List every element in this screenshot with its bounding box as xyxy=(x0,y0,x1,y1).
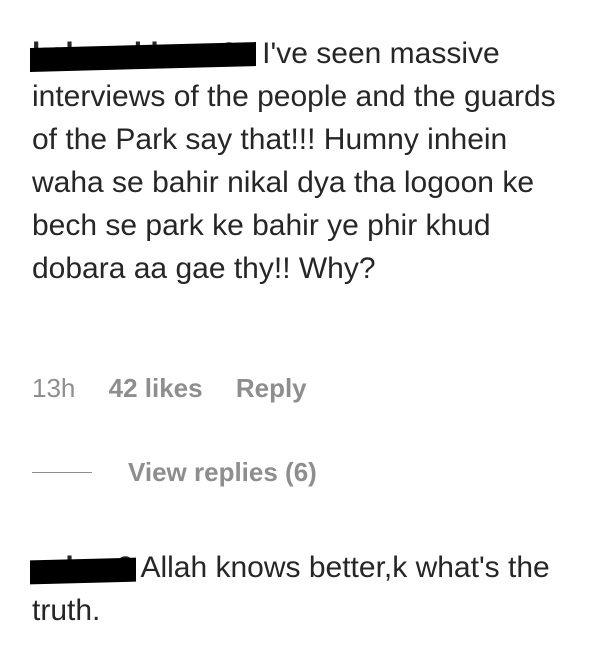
comment-1-time: 13h xyxy=(32,373,76,403)
comment-1-likes[interactable]: 42 likes xyxy=(109,373,203,403)
comment-2-username[interactable]: saba_9 xyxy=(30,546,136,589)
comment-2: saba_9 Allah knows better,k what's the t… xyxy=(30,546,580,632)
comment-1-reply-button[interactable]: Reply xyxy=(236,373,307,403)
view-replies-row: View replies (6) xyxy=(32,452,317,492)
username-redaction xyxy=(30,557,136,585)
replies-divider-line xyxy=(32,471,92,473)
comment-1-username[interactable]: kaleemkhan_07 xyxy=(30,32,256,75)
comment-1-meta: 13h 42 likes Reply xyxy=(32,368,333,408)
comment-1: kaleemkhan_07 I've seen massive intervie… xyxy=(30,32,580,290)
view-replies-button[interactable]: View replies (6) xyxy=(128,457,317,488)
